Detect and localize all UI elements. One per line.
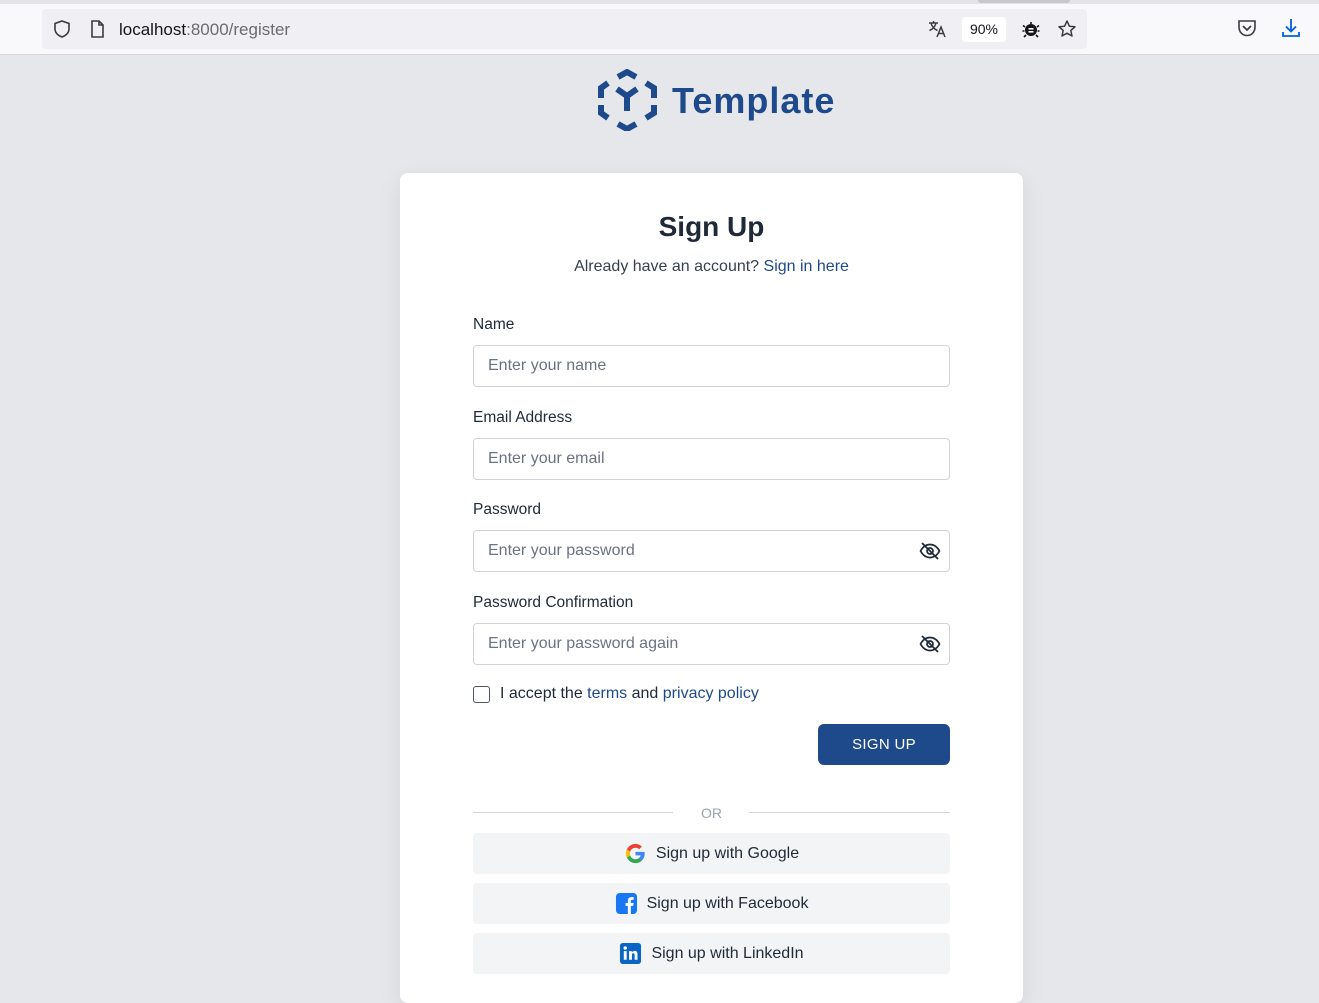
signin-link[interactable]: Sign in here	[764, 258, 849, 275]
linkedin-icon	[620, 942, 642, 965]
url-path: :8000/register	[186, 20, 291, 39]
url-host: localhost	[119, 20, 187, 39]
brand-logo-icon	[598, 69, 657, 131]
name-field[interactable]	[473, 345, 950, 387]
facebook-icon	[615, 892, 637, 915]
zoom-level[interactable]: 90%	[962, 17, 1006, 42]
password-confirmation-label: Password Confirmation	[473, 594, 634, 611]
email-label: Email Address	[473, 409, 573, 426]
facebook-signup-label: Sign up with Facebook	[646, 894, 809, 912]
password-field[interactable]	[473, 530, 950, 572]
tab-strip	[0, 0, 1319, 4]
page-title: Sign Up	[658, 211, 765, 242]
password-confirmation-field[interactable]	[473, 623, 950, 665]
password-confirmation-input[interactable]	[488, 624, 908, 664]
url-text[interactable]: localhost:8000/register	[119, 20, 290, 40]
google-icon	[625, 843, 645, 864]
name-label: Name	[473, 316, 515, 333]
active-tab-indicator	[978, 0, 1070, 3]
pocket-icon[interactable]	[1236, 17, 1258, 39]
toggle-password-confirmation-visibility-icon[interactable]	[919, 634, 941, 654]
google-signup-label: Sign up with Google	[655, 844, 800, 862]
bookmark-star-icon[interactable]	[1057, 19, 1077, 39]
email-field[interactable]	[473, 438, 950, 480]
terms-link[interactable]: terms	[587, 685, 627, 702]
accept-terms-text: I accept the terms and privacy policy	[500, 685, 759, 703]
brand-name: Template	[672, 80, 836, 121]
signin-prompt: Already have an account? Sign in here	[400, 258, 1023, 276]
google-signup-button[interactable]: Sign up with Google	[473, 833, 950, 874]
and-text: and	[631, 685, 659, 702]
translate-icon[interactable]	[927, 19, 947, 39]
or-divider-text: OR	[701, 805, 722, 821]
linkedin-signup-button[interactable]: Sign up with LinkedIn	[473, 933, 950, 974]
browser-toolbar: localhost:8000/register 90%	[0, 0, 1319, 55]
facebook-signup-button[interactable]: Sign up with Facebook	[473, 883, 950, 924]
password-input[interactable]	[488, 531, 908, 571]
toggle-password-visibility-icon[interactable]	[919, 541, 941, 561]
url-bar[interactable]: localhost:8000/register 90%	[42, 9, 1087, 49]
accept-terms-checkbox[interactable]	[473, 686, 490, 703]
signup-card: Sign Up Already have an account? Sign in…	[400, 173, 1023, 1003]
bug-icon[interactable]	[1021, 19, 1041, 39]
linkedin-signup-label: Sign up with LinkedIn	[651, 944, 804, 962]
email-input[interactable]	[488, 439, 908, 479]
accept-prefix: I accept the	[500, 685, 583, 702]
sign-up-button[interactable]: SIGN UP	[818, 724, 950, 765]
signin-prompt-text: Already have an account?	[574, 258, 760, 275]
page-icon[interactable]	[87, 19, 107, 39]
privacy-policy-link[interactable]: privacy policy	[663, 685, 759, 702]
shield-icon[interactable]	[52, 19, 72, 39]
password-label: Password	[473, 501, 542, 518]
download-icon[interactable]	[1280, 17, 1302, 39]
name-input[interactable]	[488, 346, 908, 386]
